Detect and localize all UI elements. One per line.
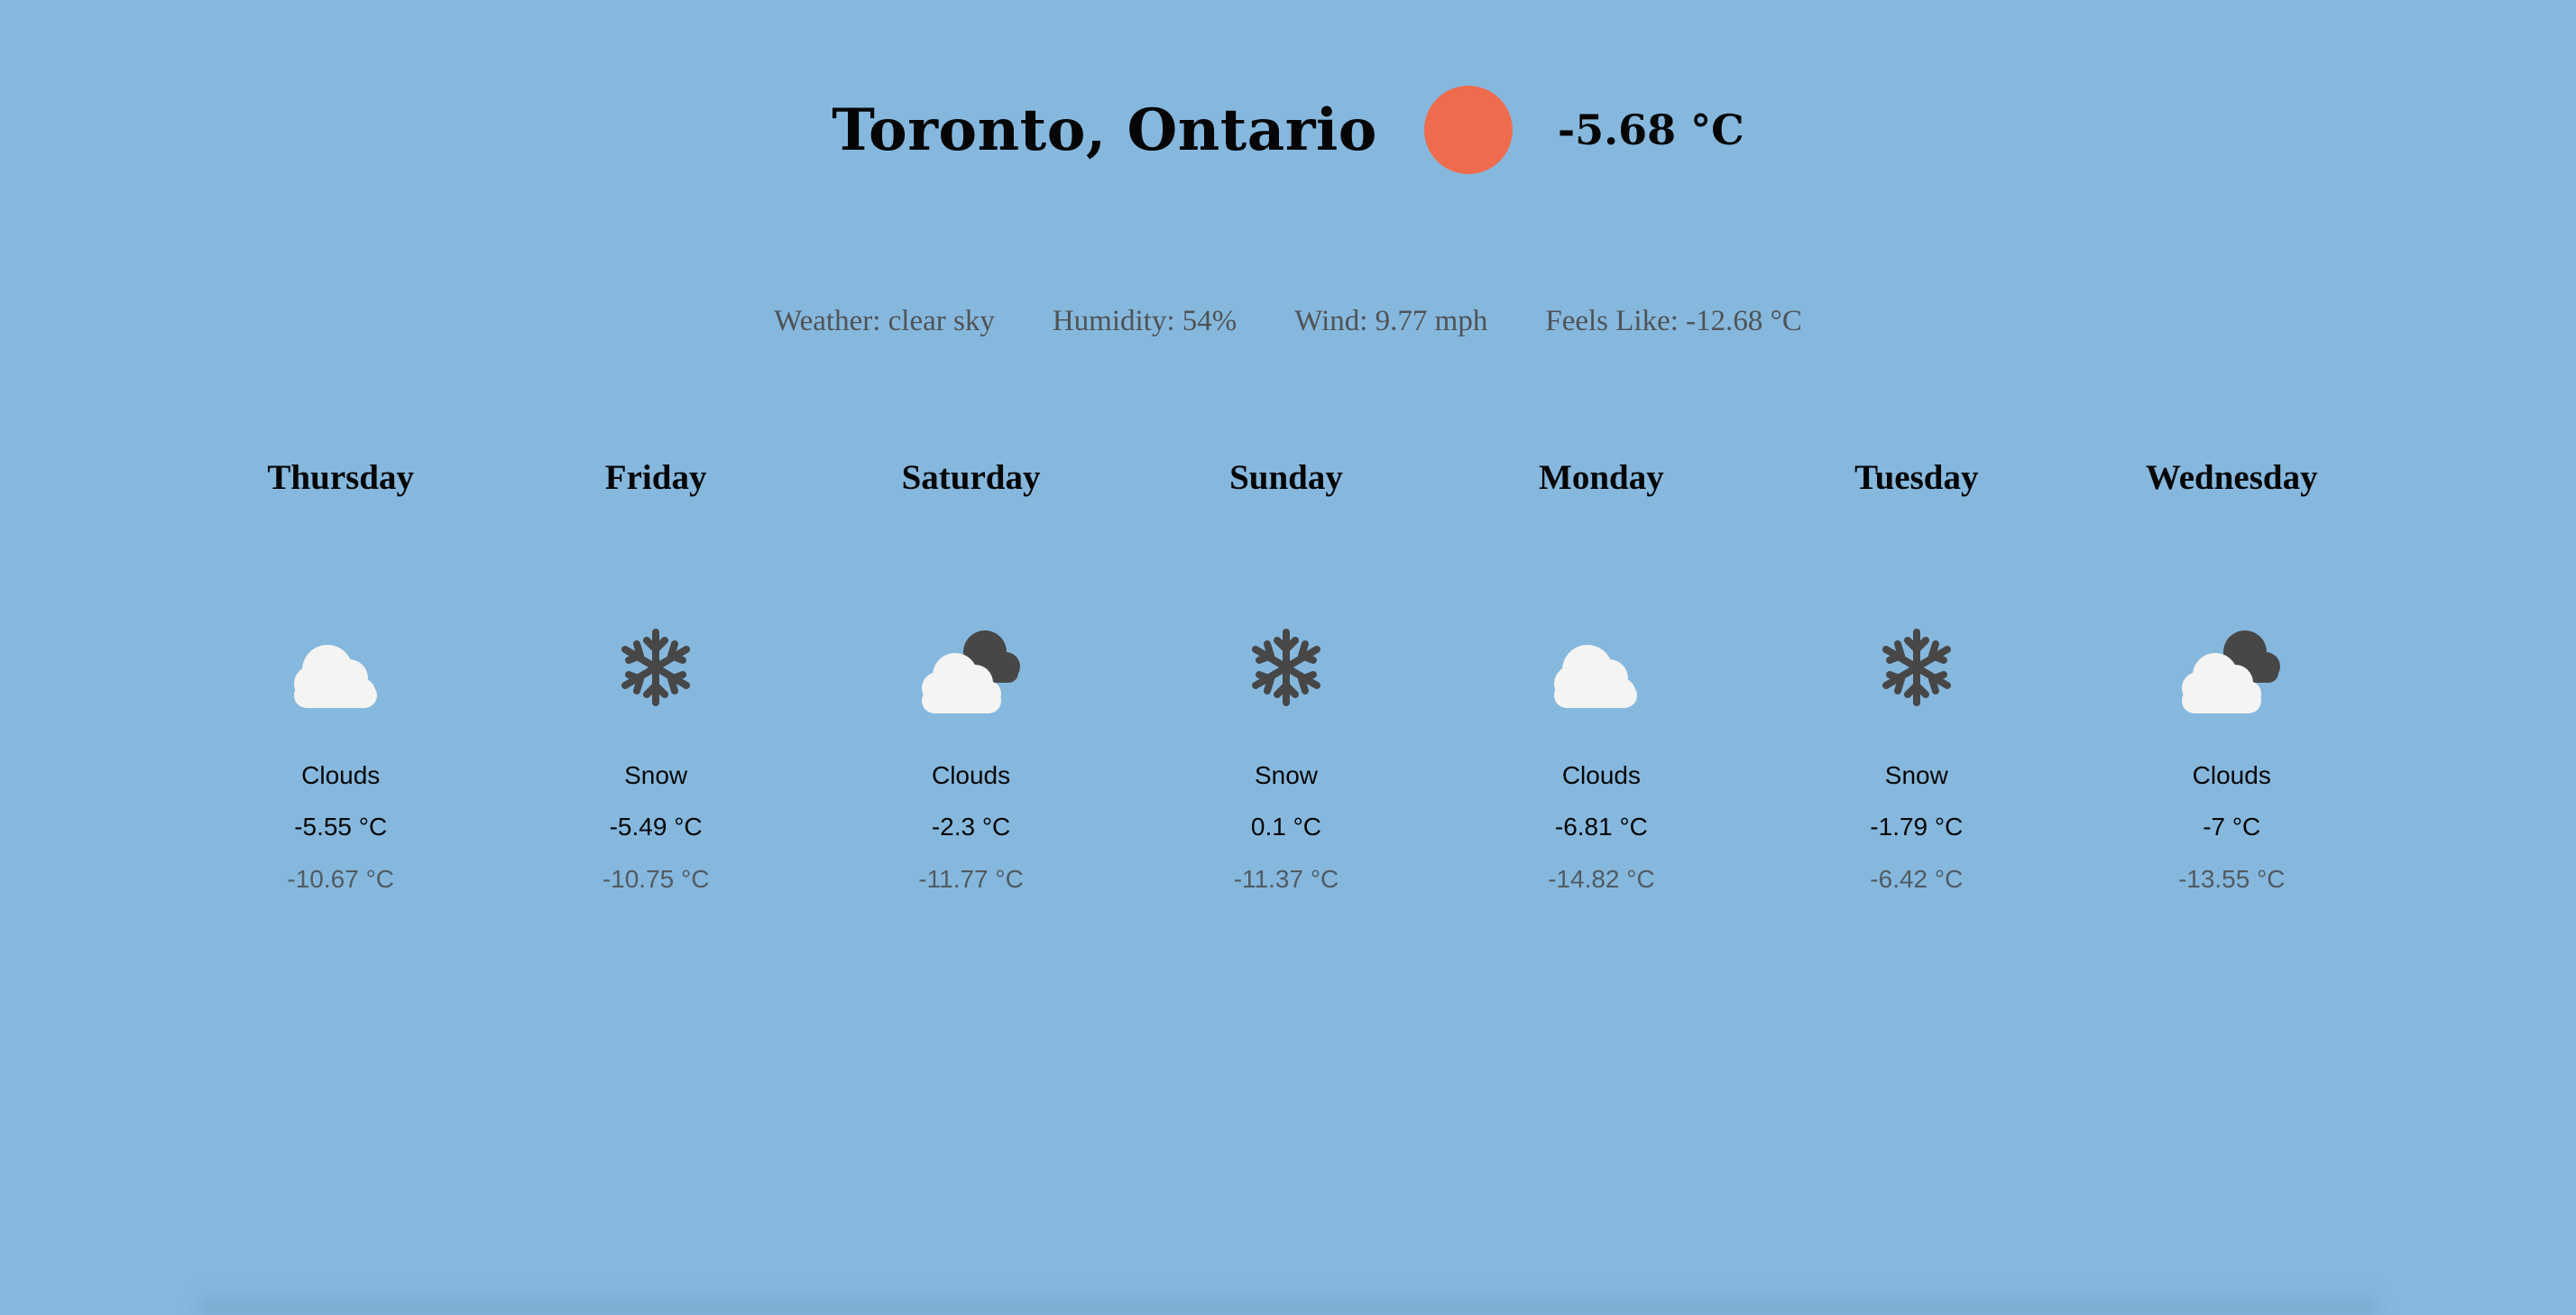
forecast-condition: Snow bbox=[1884, 761, 1948, 789]
forecast-high-temperature: -5.49 °C bbox=[609, 813, 703, 841]
forecast-day: Thursday Clouds -5.55 °C -10.67 °C bbox=[183, 451, 498, 893]
humidity-reading: Humidity: 54% bbox=[1052, 305, 1237, 337]
forecast-day-name: Monday bbox=[1539, 458, 1664, 497]
forecast-low-temperature: -13.55 °C bbox=[2177, 865, 2286, 893]
forecast-condition: Clouds bbox=[2192, 761, 2271, 789]
page-bottom-shadow bbox=[198, 1286, 2378, 1315]
snowflake-icon bbox=[621, 629, 691, 706]
forecast-day: Sunday Snow 0.1 °C -11.37 °C bbox=[1128, 451, 1443, 893]
forecast-high-temperature: -2.3 °C bbox=[931, 813, 1011, 841]
forecast-day: Tuesday Snow -1.79 °C -6.42 °C bbox=[1759, 451, 2074, 893]
forecast-day-name: Sunday bbox=[1229, 458, 1343, 497]
current-temperature: -5.68 °C bbox=[1557, 106, 1744, 154]
location-title: Toronto, Ontario bbox=[832, 96, 1377, 164]
broken-clouds-icon bbox=[2182, 630, 2281, 713]
snowflake-icon bbox=[1251, 629, 1320, 706]
forecast-day: Monday Clouds -6.81 °C -14.82 °C bbox=[1444, 451, 1759, 893]
forecast-low-temperature: -11.37 °C bbox=[1233, 865, 1339, 893]
forecast-day-name: Tuesday bbox=[1854, 458, 1979, 497]
forecast-low-temperature: -10.75 °C bbox=[602, 865, 710, 893]
forecast-high-temperature: -5.55 °C bbox=[294, 813, 388, 841]
forecast-day-name: Thursday bbox=[267, 458, 414, 497]
wind-reading: Wind: 9.77 mph bbox=[1294, 305, 1488, 337]
feels-like-reading: Feels Like: -12.68 °C bbox=[1545, 305, 1802, 337]
forecast-high-temperature: 0.1 °C bbox=[1250, 813, 1322, 841]
cloud-icon bbox=[293, 645, 377, 708]
forecast-low-temperature: -6.42 °C bbox=[1870, 865, 1964, 893]
broken-clouds-icon bbox=[921, 630, 1020, 713]
forecast-low-temperature: -11.77 °C bbox=[918, 865, 1024, 893]
forecast-day-name: Friday bbox=[604, 458, 707, 497]
current-weather-header: Toronto, Ontario -5.68 °C bbox=[0, 70, 2576, 189]
forecast-condition: Snow bbox=[624, 761, 688, 789]
forecast-high-temperature: -1.79 °C bbox=[1870, 813, 1964, 841]
forecast-condition: Clouds bbox=[301, 761, 381, 789]
forecast-low-temperature: -10.67 °C bbox=[287, 865, 394, 893]
forecast-low-temperature: -14.82 °C bbox=[1548, 865, 1655, 893]
forecast-high-temperature: -7 °C bbox=[2203, 813, 2261, 841]
forecast-condition: Clouds bbox=[1561, 761, 1641, 789]
cloud-icon bbox=[1554, 645, 1638, 708]
forecast-day: Saturday Clouds -2.3 °C -11.77 °C bbox=[814, 451, 1128, 893]
forecast-condition: Clouds bbox=[931, 761, 1011, 789]
forecast-day: Wednesday Clouds -7 °C -13.55 °C bbox=[2075, 451, 2389, 893]
clear-sky-sun-icon bbox=[1423, 86, 1513, 174]
snowflake-icon bbox=[1881, 629, 1951, 706]
forecast-day: Friday Snow -5.49 °C -10.75 °C bbox=[498, 451, 813, 893]
seven-day-forecast: Thursday Clouds -5.55 °C -10.67 °C Frida… bbox=[183, 451, 2389, 893]
weather-description: Weather: clear sky bbox=[774, 305, 995, 337]
forecast-day-name: Saturday bbox=[901, 458, 1041, 497]
current-weather-details: Weather: clear sky Humidity: 54% Wind: 9… bbox=[0, 305, 2576, 338]
forecast-high-temperature: -6.81 °C bbox=[1554, 813, 1648, 841]
forecast-day-name: Wednesday bbox=[2145, 458, 2318, 497]
forecast-condition: Snow bbox=[1254, 761, 1318, 789]
